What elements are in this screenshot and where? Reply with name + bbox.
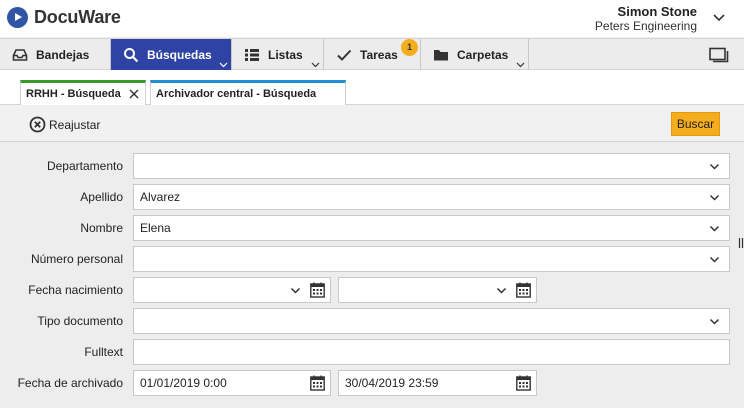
fecha-archivado-from-field[interactable]: 01/01/2019 0:00 [133,370,331,396]
tab-label: Archivador central - Búsqueda [156,88,317,100]
chevron-down-icon[interactable] [709,192,720,203]
row-nombre: Nombre Elena [0,215,744,241]
label-numero-personal: Número personal [30,252,123,266]
calendar-icon[interactable] [516,282,531,298]
fecha-archivado-to-field[interactable]: 30/04/2019 23:59 [338,370,537,396]
checkmark-icon [337,49,352,61]
search-toolbar: Reajustar Buscar [0,106,744,141]
field-value: 01/01/2019 0:00 [140,376,227,390]
nav-label-listas: Listas [268,47,303,62]
close-icon[interactable] [129,89,139,99]
reset-icon [29,116,46,133]
nav-item-listas[interactable]: Listas [232,39,324,70]
row-numero-personal: Número personal [0,246,744,272]
folder-icon [434,49,448,60]
chevron-down-icon[interactable] [311,60,320,69]
nombre-field[interactable]: Elena [133,215,730,241]
chevron-down-icon[interactable] [219,60,228,69]
list-icon [245,48,259,61]
nav-label-tareas: Tareas [360,47,398,62]
label-apellido: Apellido [80,190,123,204]
nav-item-bandejas[interactable]: Bandejas [0,39,111,70]
fecha-nacimiento-from-field[interactable] [133,277,331,303]
fulltext-field[interactable] [133,339,730,365]
docuware-logo-icon [7,7,28,28]
app-name: DocuWare [34,7,121,27]
search-icon [124,47,139,62]
nav-label-bandejas: Bandejas [36,47,90,62]
chevron-down-icon[interactable] [516,60,525,69]
app-header: DocuWare Simon Stone Peters Engineering [0,0,744,37]
label-departamento: Departamento [46,159,123,173]
nav-label-carpetas: Carpetas [457,47,509,62]
window-icon[interactable] [709,47,729,63]
tab-label: RRHH - Búsqueda [26,88,121,100]
tasks-count-badge: 1 [401,39,418,56]
user-name: Simon Stone [617,4,697,19]
chevron-down-icon[interactable] [290,285,301,296]
calendar-icon[interactable] [310,375,325,391]
calendar-icon[interactable] [310,282,325,298]
row-departamento: Departamento [0,153,744,179]
tab-rrhh-busqueda[interactable]: RRHH - Búsqueda [20,80,146,105]
chevron-down-icon[interactable] [709,161,720,172]
chevron-down-icon[interactable] [709,223,720,234]
user-info[interactable]: Simon Stone Peters Engineering [595,4,697,34]
nav-item-busquedas[interactable]: Búsquedas [111,39,232,70]
reset-label: Reajustar [49,117,101,132]
row-fulltext: Fulltext [0,339,744,365]
departamento-select[interactable] [133,153,730,179]
tab-archivador-central-busqueda[interactable]: Archivador central - Búsqueda [150,80,346,105]
docuware-logo[interactable]: DocuWare [7,7,121,28]
resize-handle-icon[interactable] [738,238,744,248]
search-tabs: RRHH - Búsqueda Archivador central - Bús… [0,70,744,105]
label-fulltext: Fulltext [84,345,123,359]
chevron-down-icon[interactable] [709,316,720,327]
row-apellido: Apellido Alvarez [0,184,744,210]
inbox-icon [12,48,28,61]
fecha-nacimiento-to-field[interactable] [338,277,537,303]
user-company: Peters Engineering [594,19,697,33]
tipo-documento-select[interactable] [133,308,730,334]
field-value: Alvarez [140,190,181,204]
chevron-down-icon[interactable] [712,11,726,25]
calendar-icon[interactable] [516,375,531,391]
apellido-field[interactable]: Alvarez [133,184,730,210]
row-tipo-documento: Tipo documento [0,308,744,334]
label-fecha-archivado: Fecha de archivado [17,376,123,390]
row-fecha-archivado: Fecha de archivado 01/01/2019 0:00 30/04… [0,370,744,396]
chevron-down-icon[interactable] [496,285,507,296]
label-nombre: Nombre [80,221,123,235]
numero-personal-field[interactable] [133,246,730,272]
row-fecha-nacimiento: Fecha nacimiento [0,277,744,303]
chevron-down-icon[interactable] [709,254,720,265]
nav-item-carpetas[interactable]: Carpetas [421,39,529,70]
label-fecha-nacimiento: Fecha nacimiento [28,283,123,297]
search-form: Departamento Apellido Alvarez Nombre Ele… [0,141,744,408]
nav-label-busquedas: Búsquedas [147,47,212,62]
field-value: 30/04/2019 23:59 [345,376,439,390]
field-value: Elena [140,221,171,235]
main-nav: Bandejas Búsquedas Listas Tareas 1 Carpe… [0,38,744,70]
label-tipo-documento: Tipo documento [37,314,123,328]
search-button[interactable]: Buscar [671,112,720,136]
reset-button[interactable]: Reajustar [29,116,100,133]
